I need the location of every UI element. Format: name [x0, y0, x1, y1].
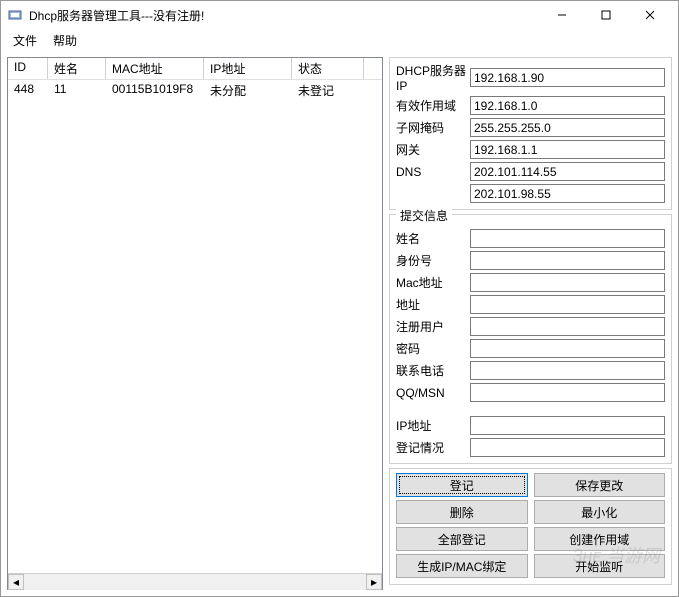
phone-input[interactable] — [470, 361, 665, 380]
reguser-label: 注册用户 — [396, 318, 466, 335]
horizontal-scrollbar[interactable]: ◂ ▸ — [8, 573, 382, 589]
titlebar: Dhcp服务器管理工具---没有注册! — [1, 1, 678, 29]
ip-label: IP地址 — [396, 417, 466, 434]
gen-binding-button[interactable]: 生成IP/MAC绑定 — [396, 554, 528, 578]
register-button[interactable]: 登记 — [396, 473, 528, 497]
submit-info-group: 提交信息 姓名 身份号 Mac地址 地址 注册用户 密码 联系电话 QQ/MSN… — [389, 214, 672, 464]
dhcp-input[interactable] — [470, 68, 665, 87]
minimize-app-button[interactable]: 最小化 — [534, 500, 666, 524]
gateway-label: 网关 — [396, 141, 466, 158]
maximize-button[interactable] — [584, 1, 628, 29]
menubar: 文件 帮助 — [1, 29, 678, 51]
col-status[interactable]: 状态 — [292, 58, 364, 79]
delete-button[interactable]: 删除 — [396, 500, 528, 524]
pwd-input[interactable] — [470, 339, 665, 358]
qq-label: QQ/MSN — [396, 386, 466, 400]
save-button[interactable]: 保存更改 — [534, 473, 666, 497]
idno-input[interactable] — [470, 251, 665, 270]
start-listen-button[interactable]: 开始监听 — [534, 554, 666, 578]
ip-input[interactable] — [470, 416, 665, 435]
minimize-button[interactable] — [540, 1, 584, 29]
table-row[interactable]: 448 11 00115B1019F8 未分配 未登记 — [8, 80, 382, 101]
submit-legend: 提交信息 — [396, 207, 452, 224]
close-button[interactable] — [628, 1, 672, 29]
col-ip[interactable]: IP地址 — [204, 58, 292, 79]
server-config-group: DHCP服务器IP 有效作用域 子网掩码 网关 DNS — [389, 57, 672, 210]
reg-label: 登记情况 — [396, 439, 466, 456]
pwd-label: 密码 — [396, 340, 466, 357]
dhcp-label: DHCP服务器IP — [396, 62, 466, 93]
client-table[interactable]: ID 姓名 MAC地址 IP地址 状态 448 11 00115B1019F8 … — [7, 57, 383, 590]
mac-input[interactable] — [470, 273, 665, 292]
mac-label: Mac地址 — [396, 274, 466, 291]
qq-input[interactable] — [470, 383, 665, 402]
button-panel: 登记 保存更改 删除 最小化 全部登记 创建作用域 生成IP/MAC绑定 开始监… — [389, 468, 672, 585]
scroll-right-icon[interactable]: ▸ — [366, 574, 382, 590]
mask-label: 子网掩码 — [396, 119, 466, 136]
cell-mac: 00115B1019F8 — [106, 80, 204, 101]
gateway-input[interactable] — [470, 140, 665, 159]
cell-status: 未登记 — [292, 80, 364, 101]
phone-label: 联系电话 — [396, 362, 466, 379]
menu-file[interactable]: 文件 — [5, 30, 45, 51]
scope-label: 有效作用域 — [396, 97, 466, 114]
register-all-button[interactable]: 全部登记 — [396, 527, 528, 551]
dns-label: DNS — [396, 165, 466, 179]
cell-name: 11 — [48, 80, 106, 101]
cell-ip: 未分配 — [204, 80, 292, 101]
mask-input[interactable] — [470, 118, 665, 137]
idno-label: 身份号 — [396, 252, 466, 269]
name-input[interactable] — [470, 229, 665, 248]
table-header: ID 姓名 MAC地址 IP地址 状态 — [8, 58, 382, 80]
col-id[interactable]: ID — [8, 58, 48, 79]
reguser-input[interactable] — [470, 317, 665, 336]
app-icon — [7, 7, 23, 23]
window-title: Dhcp服务器管理工具---没有注册! — [29, 7, 540, 24]
cell-id: 448 — [8, 80, 48, 101]
scope-input[interactable] — [470, 96, 665, 115]
reg-input[interactable] — [470, 438, 665, 457]
scroll-left-icon[interactable]: ◂ — [8, 574, 24, 590]
col-name[interactable]: 姓名 — [48, 58, 106, 79]
addr-label: 地址 — [396, 296, 466, 313]
name-label: 姓名 — [396, 230, 466, 247]
create-scope-button[interactable]: 创建作用域 — [534, 527, 666, 551]
addr-input[interactable] — [470, 295, 665, 314]
dns1-input[interactable] — [470, 162, 665, 181]
col-mac[interactable]: MAC地址 — [106, 58, 204, 79]
dns2-input[interactable] — [470, 184, 665, 203]
menu-help[interactable]: 帮助 — [45, 30, 85, 51]
